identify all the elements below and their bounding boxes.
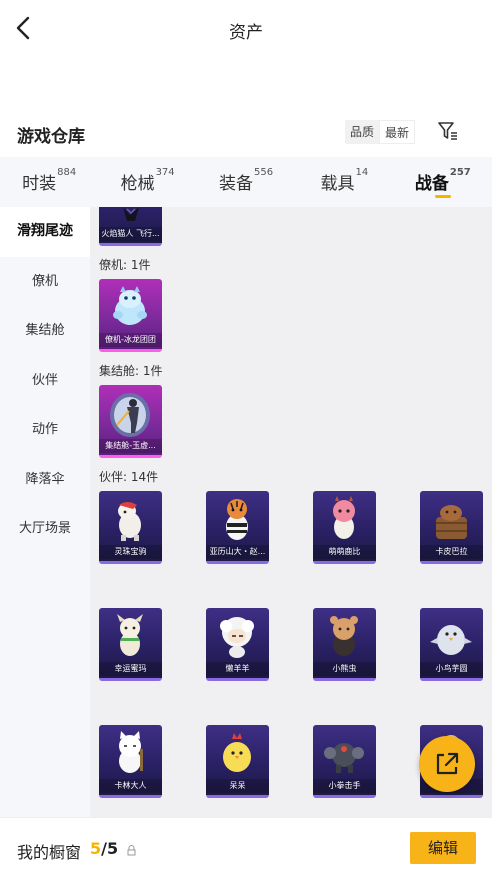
showcase-current: 5 — [90, 839, 102, 858]
item-name: 萌萌鹿比 — [313, 545, 376, 559]
sidebar-item-emote[interactable]: 动作 — [0, 405, 90, 455]
tab-equipment[interactable]: 装备556 — [197, 157, 295, 207]
item-card[interactable]: 火焰猫人 飞行... — [99, 207, 162, 246]
tab-battle-prep[interactable]: 战备257 — [394, 157, 492, 207]
item-name: 懒羊羊 — [206, 662, 269, 676]
item-name: 火焰猫人 飞行... — [99, 227, 162, 241]
tab-count: 257 — [449, 167, 471, 178]
sidebar: 滑翔尾迹 僚机 集结舱 伙伴 动作 降落伞 大厅场景 — [0, 207, 90, 817]
item-name: 幸运蜜玛 — [99, 662, 162, 676]
karin-cat-art-icon — [119, 731, 143, 773]
page-title: 资产 — [229, 23, 263, 43]
item-card[interactable]: 萌萌鹿比 — [313, 491, 376, 564]
tiger-alexander-art-icon — [226, 499, 248, 540]
item-name: 集结舱-玉虚... — [99, 439, 162, 453]
tab-firearms[interactable]: 枪械374 — [98, 157, 196, 207]
showcase-count: 5/5 — [90, 839, 118, 858]
item-card[interactable]: 幸运蜜玛 — [99, 608, 162, 681]
item-card[interactable]: 集结舱-玉虚... — [99, 385, 162, 458]
tab-label: 枪械 — [120, 174, 155, 194]
tab-count: 14 — [355, 167, 369, 178]
item-card[interactable]: 灵珠宝驹 — [99, 491, 162, 564]
external-link-icon — [436, 752, 459, 775]
warehouse-title: 游戏仓库 — [17, 127, 85, 147]
bird-taro-art-icon — [430, 625, 472, 655]
lazy-sheep-art-icon — [220, 617, 254, 658]
active-tab-indicator — [434, 195, 451, 198]
showcase-label: 我的橱窗 — [17, 843, 82, 862]
sidebar-item-companion[interactable]: 伙伴 — [0, 356, 90, 406]
tab-count: 556 — [253, 167, 274, 178]
sidebar-item-glide-trail[interactable]: 滑翔尾迹 — [0, 207, 90, 257]
lucky-mima-art-icon — [117, 614, 143, 656]
ice-dragon-art-icon — [113, 286, 147, 325]
lock-icon — [127, 845, 136, 856]
little-bear-art-icon — [330, 616, 358, 656]
capybara-art-icon — [436, 505, 467, 539]
item-card[interactable]: 懒羊羊 — [206, 608, 269, 681]
item-name: 卡皮巴拉 — [420, 545, 483, 559]
filter-icon[interactable] — [437, 120, 459, 142]
tab-fashion[interactable]: 时装884 — [0, 157, 98, 207]
item-card[interactable]: 亚历山大・赵... — [206, 491, 269, 564]
item-name: 卡林大人 — [99, 779, 162, 793]
top-bar: 资产 — [0, 0, 492, 58]
sort-newest-button[interactable]: 最新 — [379, 120, 416, 144]
sidebar-item-parachute[interactable]: 降落伞 — [0, 455, 90, 505]
edit-button[interactable]: 编辑 — [410, 832, 476, 864]
sidebar-item-lobby-scene[interactable]: 大厅场景 — [0, 504, 90, 554]
item-name: 小熊虫 — [313, 662, 376, 676]
tab-count: 884 — [57, 167, 77, 178]
item-card[interactable]: 僚机-冰龙团团 — [99, 279, 162, 352]
tab-label: 战备 — [414, 174, 449, 194]
item-grid: 火焰猫人 飞行... 僚机: 1件 僚机-冰龙团团 集结舱: 1件 集结舱-玉虚… — [90, 207, 492, 817]
rally-pod-art-icon — [110, 393, 150, 437]
sidebar-item-rally-pod[interactable]: 集结舱 — [0, 306, 90, 356]
item-card[interactable]: 呆呆 — [206, 725, 269, 798]
item-card[interactable]: 小拳击手 — [313, 725, 376, 798]
showcase-footer: 我的橱窗 5/5 编辑 — [0, 817, 492, 876]
item-card[interactable]: 卡皮巴拉 — [420, 491, 483, 564]
tab-label: 载具 — [320, 174, 355, 194]
daidai-chick-art-icon — [223, 733, 251, 772]
item-name: 小鸟芋圆 — [420, 662, 483, 676]
tab-count: 374 — [155, 167, 175, 178]
sort-toggle: 品质 最新 — [345, 120, 416, 144]
item-name: 小拳击手 — [313, 779, 376, 793]
lingzhu-horse-art-icon — [118, 502, 141, 541]
mengmeng-deer-art-icon — [333, 496, 355, 539]
sort-quality-button[interactable]: 品质 — [345, 120, 379, 144]
item-card[interactable]: 小熊虫 — [313, 608, 376, 681]
item-name: 亚历山大・赵... — [206, 545, 269, 559]
item-card[interactable]: 小鸟芋圆 — [420, 608, 483, 681]
item-name: 呆呆 — [206, 779, 269, 793]
tab-label: 装备 — [218, 174, 253, 194]
little-boxer-art-icon — [324, 743, 364, 773]
tab-vehicles[interactable]: 载具14 — [295, 157, 393, 207]
share-button[interactable] — [419, 736, 475, 792]
item-name: 僚机-冰龙团团 — [99, 333, 162, 347]
category-tabs: 时装884 枪械374 装备556 载具14 战备257 — [0, 157, 492, 207]
group-label-companion: 伙伴: 14件 — [99, 470, 159, 484]
item-card[interactable]: 卡林大人 — [99, 725, 162, 798]
tab-label: 时装 — [22, 174, 57, 194]
item-name: 灵珠宝驹 — [99, 545, 162, 559]
sidebar-item-wingman[interactable]: 僚机 — [0, 257, 90, 307]
showcase-total: /5 — [101, 839, 119, 858]
group-label-wingman: 僚机: 1件 — [99, 258, 151, 272]
flame-cat-art-icon — [123, 207, 139, 221]
group-label-rally-pod: 集结舱: 1件 — [99, 364, 163, 378]
